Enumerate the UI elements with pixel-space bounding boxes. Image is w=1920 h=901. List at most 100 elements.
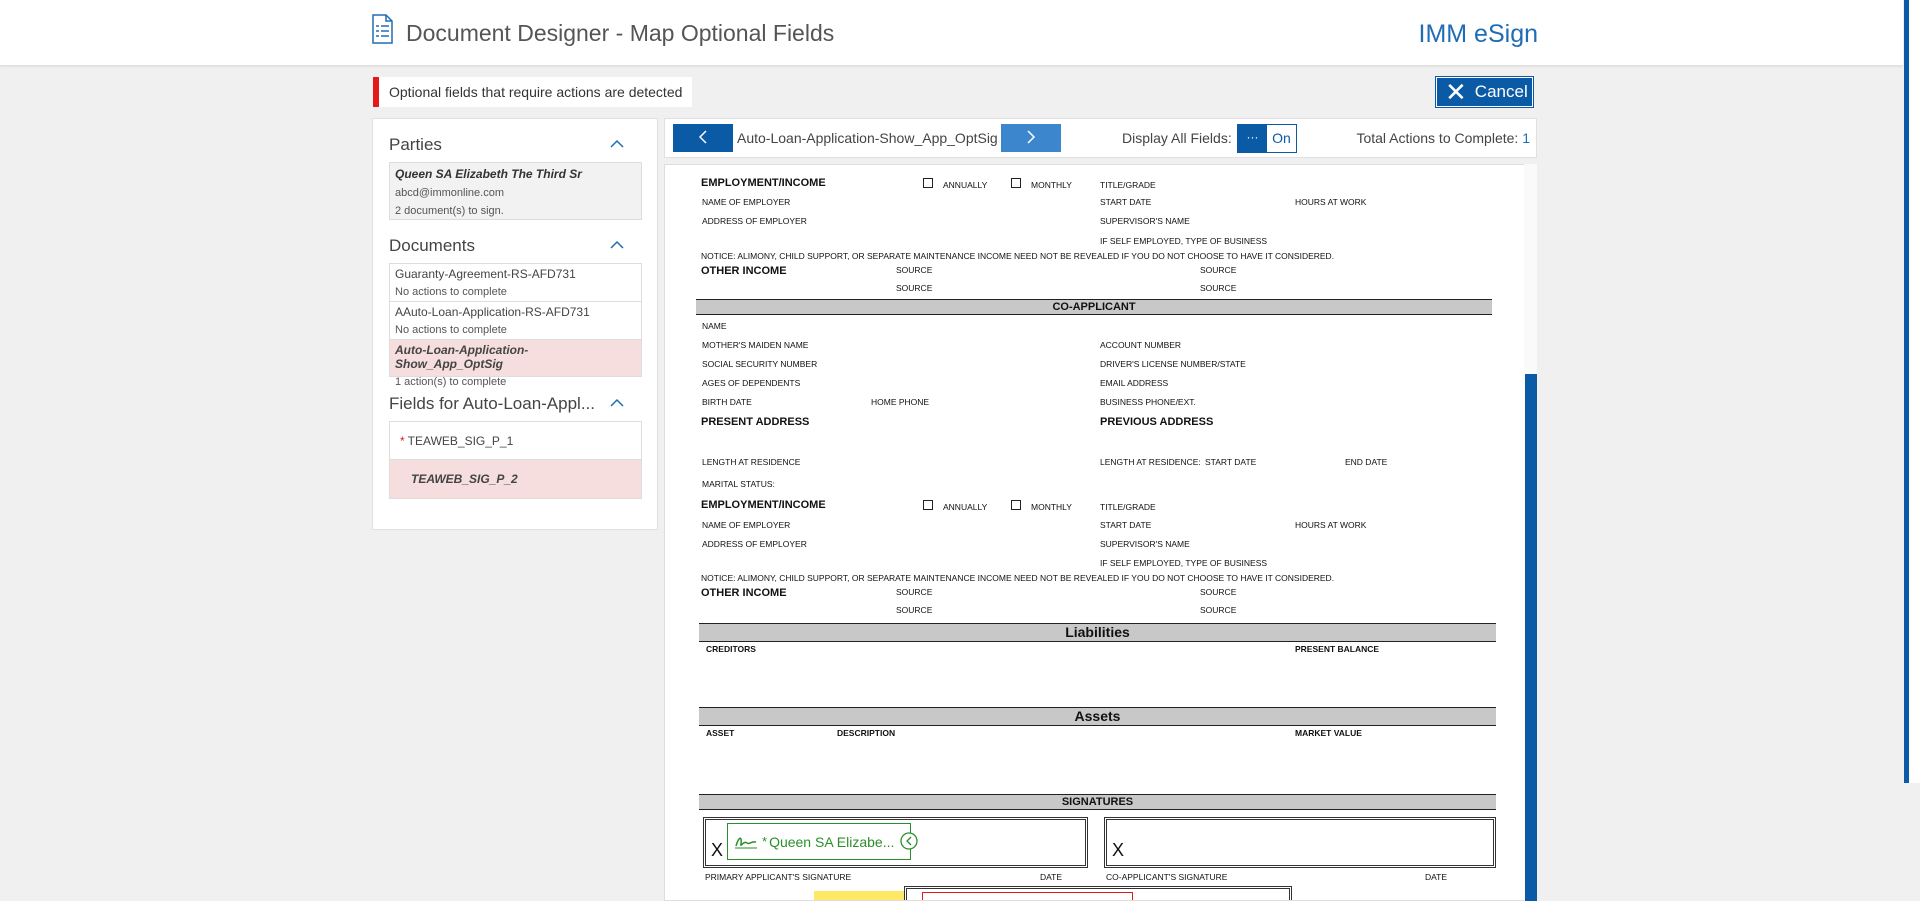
form-label: MONTHLY xyxy=(1031,180,1072,190)
page-title: Document Designer - Map Optional Fields xyxy=(406,20,835,46)
parties-title: Parties xyxy=(389,135,442,154)
document-nav-bar: Auto-Loan-Application-Show_App_OptSig Di… xyxy=(664,118,1537,158)
form-label: SUPERVISOR'S NAME xyxy=(1100,539,1190,549)
fields-list: * TEAWEB_SIG_P_1 TEAWEB_SIG_P_2 xyxy=(389,421,642,499)
document-item[interactable]: Guaranty-Agreement-RS-AFD731 No actions … xyxy=(389,263,642,301)
annually-checkbox[interactable] xyxy=(923,178,933,188)
form-label: SOCIAL SECURITY NUMBER xyxy=(702,359,818,369)
prev-document-button[interactable] xyxy=(673,124,733,152)
form-label: MOTHER'S MAIDEN NAME xyxy=(702,340,809,350)
signature-x-mark: X xyxy=(1112,840,1125,860)
document-viewer[interactable]: EMPLOYMENT/INCOME ANNUALLY MONTHLY TITLE… xyxy=(664,164,1537,901)
signatures-bar: SIGNATURES xyxy=(699,794,1496,810)
left-panel: Parties Queen SA Elizabeth The Third Sr … xyxy=(372,118,658,530)
form-heading: EMPLOYMENT/INCOME xyxy=(701,177,826,189)
total-actions-label: Total Actions to Complete: xyxy=(1356,130,1519,146)
form-label: LENGTH AT RESIDENCE: xyxy=(1100,457,1201,467)
form-label: SOURCE xyxy=(1200,605,1237,615)
co-applicant-bar: CO-APPLICANT xyxy=(696,299,1492,315)
field-item[interactable]: * TEAWEB_SIG_P_1 xyxy=(389,421,642,460)
monthly-checkbox[interactable] xyxy=(1011,500,1021,510)
form-label: DRIVER'S LICENSE NUMBER/STATE xyxy=(1100,359,1246,369)
total-actions: Total Actions to Complete: 1 xyxy=(1356,130,1530,146)
cancel-label: Cancel xyxy=(1474,82,1528,101)
form-label: PRIMARY APPLICANT'S SIGNATURE xyxy=(705,872,852,882)
form-heading: OTHER INCOME xyxy=(701,587,787,599)
form-label: LENGTH AT RESIDENCE xyxy=(702,457,801,467)
form-label: CO-APPLICANT'S SIGNATURE xyxy=(1106,872,1228,882)
liabilities-bar: Liabilities xyxy=(699,623,1496,642)
form-label: NAME xyxy=(702,321,727,331)
required-marker: * xyxy=(400,434,405,448)
annually-checkbox[interactable] xyxy=(923,500,933,510)
form-label: EMAIL ADDRESS xyxy=(1100,378,1169,388)
form-label: IF SELF EMPLOYED, TYPE OF BUSINESS xyxy=(1100,558,1268,568)
fields-title: Fields for Auto-Loan-Appl... xyxy=(389,394,596,413)
party-email: abcd@immonline.com xyxy=(395,187,504,199)
document-name: Guaranty-Agreement-RS-AFD731 xyxy=(395,267,576,281)
chevron-up-icon[interactable] xyxy=(610,139,624,149)
form-label: SUPERVISOR'S NAME xyxy=(1100,216,1190,226)
collapse-circle-icon[interactable] xyxy=(900,832,918,850)
form-label: DESCRIPTION xyxy=(837,728,896,738)
viewer-scrollbar-thumb[interactable] xyxy=(1525,374,1537,901)
form-label: SOURCE xyxy=(896,605,933,615)
monthly-checkbox[interactable] xyxy=(1011,178,1021,188)
form-label: ANNUALLY xyxy=(943,180,988,190)
form-label: SOURCE xyxy=(1200,283,1237,293)
chevron-left-icon xyxy=(698,129,707,144)
toggle-state: On xyxy=(1267,125,1296,152)
form-label: HOURS AT WORK xyxy=(1295,197,1367,207)
document-status: No actions to complete xyxy=(395,324,507,336)
form-label: ADDRESS OF EMPLOYER xyxy=(702,539,807,549)
form-notice: NOTICE: ALIMONY, CHILD SUPPORT, OR SEPAR… xyxy=(701,573,1335,583)
form-label: ACCOUNT NUMBER xyxy=(1100,340,1182,350)
form-label: MARKET VALUE xyxy=(1295,728,1362,738)
form-label: SOURCE xyxy=(1200,265,1237,275)
form-label: NAME OF EMPLOYER xyxy=(702,520,791,530)
required-marker: * xyxy=(762,834,768,849)
form-label: SOURCE xyxy=(1200,587,1237,597)
next-document-button[interactable] xyxy=(1001,124,1061,152)
form-label: BIRTH DATE xyxy=(702,397,752,407)
form-label: HOME PHONE xyxy=(871,397,930,407)
form-label: DATE xyxy=(1425,872,1448,882)
form-label: START DATE xyxy=(1205,457,1257,467)
assets-bar: Assets xyxy=(699,707,1496,726)
current-document-name: Auto-Loan-Application-Show_App_OptSig xyxy=(737,130,998,146)
highlight-strip xyxy=(814,891,912,900)
document-item[interactable]: AAuto-Loan-Application-RS-AFD731 No acti… xyxy=(389,301,642,339)
chevron-up-icon[interactable] xyxy=(610,398,624,408)
form-heading: OTHER INCOME xyxy=(701,265,787,277)
alert-banner: Optional fields that require actions are… xyxy=(373,77,693,107)
document-item-active[interactable]: Auto-Loan-Application-Show_App_OptSig 1 … xyxy=(389,339,642,388)
form-label: CREDITORS xyxy=(706,644,756,654)
form-label: IF SELF EMPLOYED, TYPE OF BUSINESS xyxy=(1100,236,1268,246)
display-all-toggle[interactable]: ··· On xyxy=(1237,124,1297,153)
form-label: START DATE xyxy=(1100,520,1152,530)
chevron-up-icon[interactable] xyxy=(610,240,624,250)
form-label: DATE xyxy=(1040,872,1063,882)
document-name: Auto-Loan-Application-Show_App_OptSig xyxy=(395,343,529,371)
documents-title: Documents xyxy=(389,236,475,255)
app-header: Document Designer - Map Optional Fields … xyxy=(0,0,1903,66)
form-notice: NOTICE: ALIMONY, CHILD SUPPORT, OR SEPAR… xyxy=(701,251,1335,261)
signature-x-mark: X xyxy=(711,840,724,860)
signature-field-p1[interactable]: * Queen SA Elizabe... xyxy=(727,823,911,860)
field-name: TEAWEB_SIG_P_1 xyxy=(407,434,514,448)
field-name: TEAWEB_SIG_P_2 xyxy=(411,472,518,486)
form-label: TITLE/GRADE xyxy=(1100,502,1156,512)
brand-logo: IMM eSign xyxy=(1418,20,1538,48)
signature-field-label: Queen SA Elizabe... xyxy=(769,833,895,850)
display-all-label: Display All Fields: xyxy=(1122,130,1232,146)
document-list: Guaranty-Agreement-RS-AFD731 No actions … xyxy=(389,263,642,388)
document-status: No actions to complete xyxy=(395,286,507,298)
cancel-button[interactable]: ✕ Cancel xyxy=(1435,76,1534,108)
field-item-active[interactable]: TEAWEB_SIG_P_2 xyxy=(389,460,642,499)
party-item[interactable]: Queen SA Elizabeth The Third Sr abcd@imm… xyxy=(389,162,642,220)
signature-field-p2[interactable] xyxy=(922,892,1133,900)
close-icon: ✕ xyxy=(1445,77,1467,107)
form-label: START DATE xyxy=(1100,197,1152,207)
form-label: ANNUALLY xyxy=(943,502,988,512)
document-icon xyxy=(372,14,393,44)
